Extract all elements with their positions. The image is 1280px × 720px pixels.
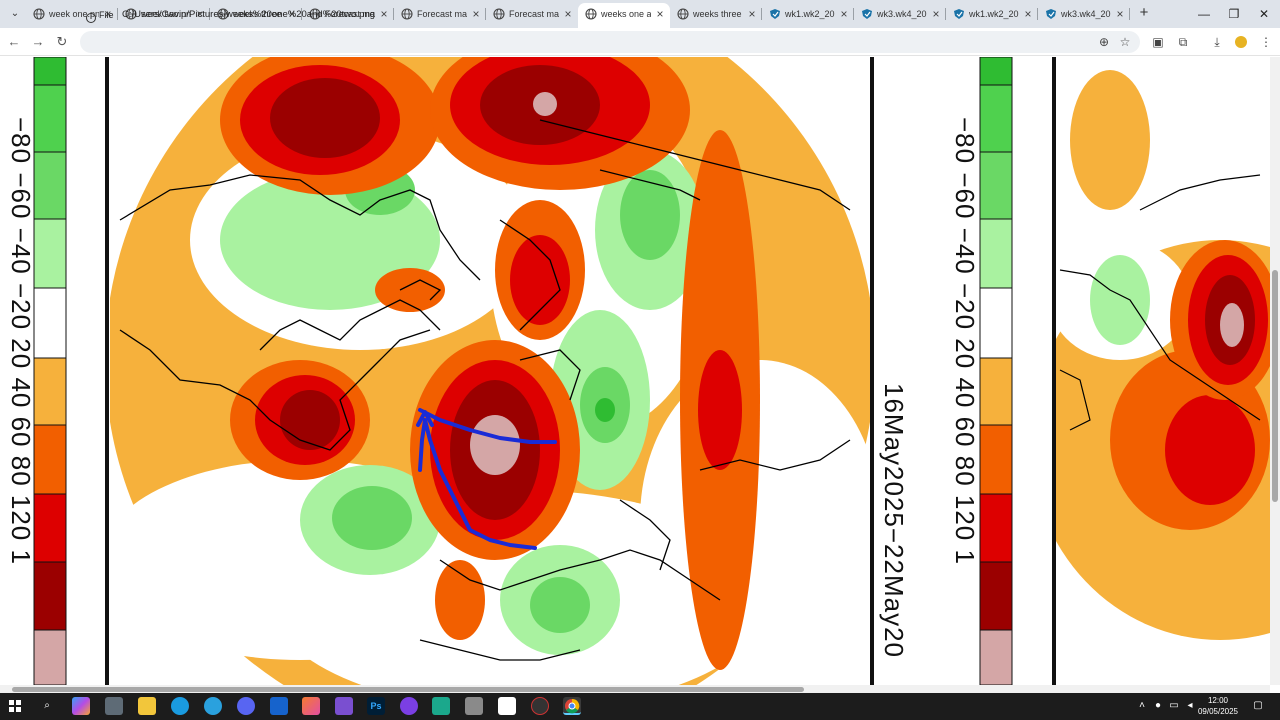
- close-icon[interactable]: ×: [838, 7, 850, 21]
- back-button[interactable]: ←: [6, 34, 22, 50]
- zoom-icon[interactable]: ⊕: [1096, 34, 1112, 50]
- right-scale-labels: −80 −60 −40 −20 20 40 60 80 120 1: [950, 117, 980, 565]
- second-anomaly-map: [1056, 57, 1270, 685]
- photoshop-icon[interactable]: Ps: [367, 697, 385, 715]
- menu-icon[interactable]: ⋮: [1258, 34, 1274, 50]
- arrow-left-icon: ←: [7, 34, 21, 49]
- tab-title: wk1.wk2_20: [969, 9, 1019, 19]
- tab-separator: [1129, 8, 1130, 20]
- network-icon[interactable]: ▭: [1168, 700, 1180, 712]
- forecast-map-image: [33, 57, 1270, 685]
- clock-time[interactable]: 12:00: [1196, 696, 1240, 706]
- discord-icon[interactable]: [237, 697, 255, 715]
- tab-title: wk3.wk4_20: [877, 9, 927, 19]
- app-icon[interactable]: [432, 697, 450, 715]
- horizontal-scrollbar[interactable]: [0, 685, 1270, 693]
- chrome-icon[interactable]: [563, 697, 581, 715]
- bookmark-star-icon[interactable]: ☆: [1117, 34, 1133, 50]
- plus-icon: +: [1139, 4, 1149, 21]
- windows-taskbar: ⌕ Ps ˄ ● ▭ ◂ 12:00 09/05/2025 ▢: [0, 693, 1280, 720]
- minimize-icon: —: [1198, 7, 1210, 21]
- app-icon[interactable]: [498, 697, 516, 715]
- tab-11[interactable]: wk1.wk2_20 ×: [946, 3, 1038, 25]
- reload-button[interactable]: ↻: [54, 34, 70, 50]
- tab-9[interactable]: wk1.wk2_20 ×: [762, 3, 854, 25]
- shield-icon: [1045, 8, 1057, 20]
- app-icon[interactable]: [335, 697, 353, 715]
- chevron-down-icon: ⌄: [10, 8, 20, 19]
- horizontal-scroll-thumb[interactable]: [12, 687, 804, 692]
- close-icon[interactable]: ×: [746, 7, 758, 21]
- anomaly-map: [110, 57, 870, 685]
- date-range-label: 16May2025−22May20: [879, 383, 909, 659]
- shield-icon: [769, 8, 781, 20]
- chevron-up-icon[interactable]: ˄: [1136, 700, 1148, 712]
- notifications-icon[interactable]: ▢: [1252, 700, 1264, 712]
- left-scale-labels: −80 −60 −40 −20 20 40 60 80 120 1: [6, 117, 36, 565]
- photoshop-label: Ps: [370, 701, 382, 711]
- reload-icon: ↻: [56, 34, 68, 49]
- browser-toolbar: ← → ↻: [0, 28, 1280, 56]
- malwarebytes-icon[interactable]: [270, 697, 288, 715]
- clock-date[interactable]: 09/05/2025: [1196, 707, 1240, 717]
- tab-12[interactable]: wk3.wk4_20 ×: [1038, 3, 1130, 25]
- files-icon[interactable]: [138, 697, 156, 715]
- close-icon[interactable]: ×: [1022, 7, 1034, 21]
- search-icon[interactable]: ⌕: [38, 697, 56, 715]
- profile-icon[interactable]: [1233, 34, 1249, 50]
- start-icon[interactable]: [6, 697, 24, 715]
- restore-button[interactable]: ❐: [1222, 4, 1246, 24]
- minimize-button[interactable]: —: [1192, 4, 1216, 24]
- telegram-icon[interactable]: [204, 697, 222, 715]
- right-color-bar: [979, 57, 1013, 685]
- explorer-icon[interactable]: [105, 697, 123, 715]
- site-info-label: File: [99, 10, 114, 20]
- tab-title: wk1.wk2_20: [785, 9, 835, 19]
- edge-icon[interactable]: [171, 697, 189, 715]
- screenshot-icon[interactable]: ▣: [1150, 34, 1166, 50]
- obs-icon[interactable]: [400, 697, 418, 715]
- microphone-icon[interactable]: ●: [1152, 700, 1164, 712]
- volume-icon[interactable]: ◂: [1184, 700, 1196, 712]
- url-text[interactable]: C:/Users/Gavin/Pictures/weeks%20one%20an…: [122, 8, 722, 22]
- shield-icon: [953, 8, 965, 20]
- photos-icon[interactable]: [302, 697, 320, 715]
- restore-icon: ❐: [1228, 7, 1240, 21]
- forward-button[interactable]: →: [30, 34, 46, 50]
- site-info-button[interactable]: i File: [86, 8, 116, 23]
- arrow-right-icon: →: [31, 34, 45, 49]
- close-icon[interactable]: ×: [1114, 7, 1126, 21]
- app-icon[interactable]: [465, 697, 483, 715]
- close-icon: ✕: [1258, 7, 1270, 21]
- app-icon[interactable]: [531, 697, 549, 715]
- tab-10[interactable]: wk3.wk4_20 ×: [854, 3, 946, 25]
- shield-icon: [861, 8, 873, 20]
- image-viewport: −80 −60 −40 −20 20 40 60 80 120 1 16May2…: [0, 57, 1270, 685]
- close-icon[interactable]: ×: [930, 7, 942, 21]
- copilot-icon[interactable]: [72, 697, 90, 715]
- new-tab-button[interactable]: +: [1136, 5, 1152, 21]
- tab-title: wk3.wk4_20: [1061, 9, 1111, 19]
- tab-search-button[interactable]: ⌄: [6, 5, 24, 23]
- globe-icon: [33, 8, 45, 20]
- vertical-scrollbar[interactable]: [1270, 57, 1280, 685]
- info-icon: i: [86, 13, 96, 23]
- left-color-bar: [33, 57, 67, 685]
- extensions-icon[interactable]: ⧉: [1175, 34, 1191, 50]
- vertical-scroll-thumb[interactable]: [1272, 270, 1278, 502]
- close-window-button[interactable]: ✕: [1252, 4, 1276, 24]
- address-bar[interactable]: [80, 31, 1140, 53]
- download-icon[interactable]: ⤓: [1209, 34, 1225, 50]
